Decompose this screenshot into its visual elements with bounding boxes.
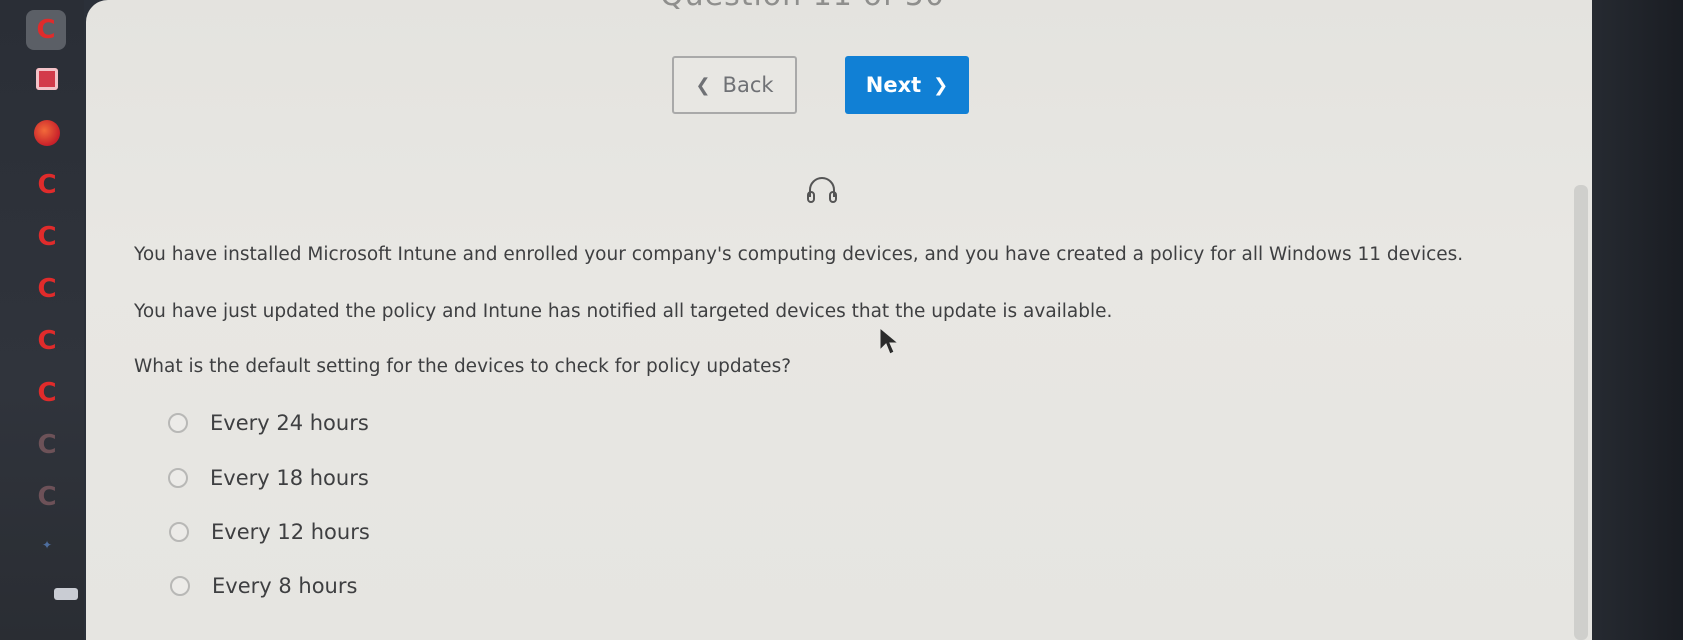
answer-option[interactable]: Every 24 hours xyxy=(168,411,369,435)
radio-button[interactable] xyxy=(170,576,190,596)
taskbar-app-icon[interactable]: C xyxy=(26,10,66,50)
back-button-label: Back xyxy=(722,73,774,97)
next-button[interactable]: Next ❯ xyxy=(845,56,969,114)
answer-option[interactable]: Every 12 hours xyxy=(169,520,370,544)
taskbar-app-icon[interactable] xyxy=(36,68,58,90)
radio-button[interactable] xyxy=(168,413,188,433)
answer-option[interactable]: Every 8 hours xyxy=(170,574,357,598)
radio-button[interactable] xyxy=(169,522,189,542)
question-prompt: What is the default setting for the devi… xyxy=(134,356,792,377)
answer-option-label: Every 8 hours xyxy=(212,574,358,598)
answer-option-label: Every 18 hours xyxy=(210,466,369,490)
taskbar-app-icon[interactable]: C xyxy=(32,378,62,408)
chevron-right-icon: ❯ xyxy=(933,74,949,96)
screen: C C C C C C C C ✦ Question 11 of 50 ❮ Ba… xyxy=(0,0,1683,640)
taskbar-app-icon[interactable]: C xyxy=(32,326,62,356)
headphones-icon[interactable] xyxy=(805,175,839,205)
taskbar-app-icon[interactable]: C xyxy=(32,170,62,200)
taskbar: C C C C C C C C ✦ xyxy=(0,0,84,640)
taskbar-app-icon[interactable] xyxy=(34,120,60,146)
taskbar-app-icon[interactable]: ✦ xyxy=(42,538,52,552)
exam-page: Question 11 of 50 ❮ Back Next ❯ You have… xyxy=(86,0,1592,640)
scrollbar[interactable] xyxy=(1574,185,1588,640)
radio-button[interactable] xyxy=(168,468,188,488)
taskbar-app-icon[interactable]: C xyxy=(32,274,62,304)
question-text-line: You have just updated the policy and Int… xyxy=(134,301,1113,322)
answer-option-label: Every 24 hours xyxy=(210,411,369,435)
taskbar-app-icon[interactable]: C xyxy=(32,222,62,252)
answer-option[interactable]: Every 18 hours xyxy=(168,466,369,490)
taskbar-app-icon[interactable]: C xyxy=(32,482,62,512)
chevron-left-icon: ❮ xyxy=(695,74,711,96)
screen-bezel xyxy=(1592,0,1683,640)
answer-option-label: Every 12 hours xyxy=(211,520,370,544)
question-counter: Question 11 of 50 xyxy=(660,0,945,13)
mouse-cursor-icon xyxy=(879,326,900,355)
back-button[interactable]: ❮ Back xyxy=(672,56,797,114)
taskbar-app-icon[interactable]: C xyxy=(32,430,62,460)
next-button-label: Next xyxy=(865,73,922,97)
taskbar-app-icon[interactable] xyxy=(54,588,78,600)
question-text-line: You have installed Microsoft Intune and … xyxy=(134,244,1464,265)
